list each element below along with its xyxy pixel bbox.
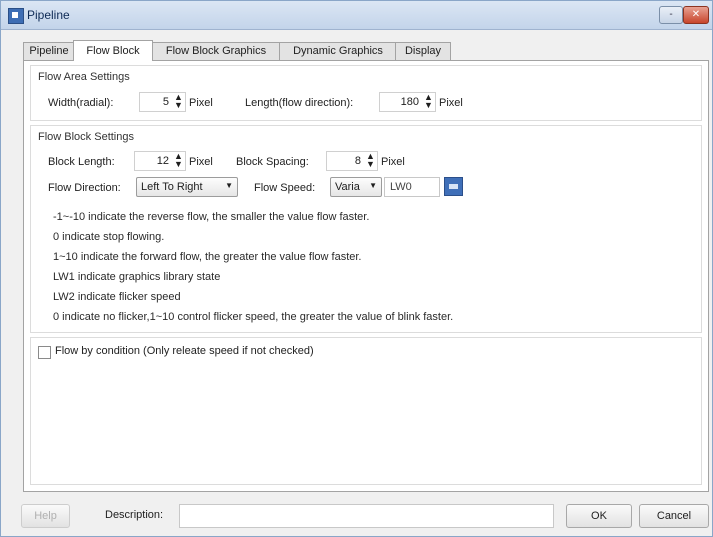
spin-arrows-icon[interactable]: ▲ ▼: [424, 93, 433, 110]
length-unit: Pixel: [439, 97, 463, 109]
window-title: Pipeline: [27, 8, 70, 22]
close-button[interactable]: ✕: [683, 6, 709, 24]
length-value: 180: [400, 96, 419, 108]
note-reverse-flow: -1~-10 indicate the reverse flow, the sm…: [53, 211, 370, 223]
minimize-button[interactable]: -: [659, 6, 683, 24]
block-length-value: 12: [156, 155, 169, 167]
pipeline-dialog: Pipeline - ✕ Pipeline Flow Block Flow Bl…: [0, 0, 713, 537]
length-label: Length(flow direction):: [245, 97, 354, 109]
flow-speed-value: Varia: [335, 181, 360, 193]
cancel-button[interactable]: Cancel: [639, 504, 709, 528]
block-spacing-label: Block Spacing:: [236, 156, 309, 168]
flow-area-title: Flow Area Settings: [38, 71, 130, 83]
tab-pipeline[interactable]: Pipeline: [23, 42, 75, 60]
block-spacing-value: 8: [354, 155, 361, 167]
flow-area-group: [30, 65, 702, 121]
flow-direction-select[interactable]: Left To Right ▼: [136, 177, 238, 197]
speed-address-input[interactable]: LW0: [384, 177, 440, 197]
flow-speed-select[interactable]: Varia ▼: [330, 177, 382, 197]
condition-group: [30, 337, 702, 485]
spin-arrows-icon[interactable]: ▲ ▼: [366, 152, 375, 169]
chevron-down-icon: ▼: [369, 181, 377, 190]
flow-direction-value: Left To Right: [141, 181, 203, 193]
width-unit: Pixel: [189, 97, 213, 109]
note-forward-flow: 1~10 indicate the forward flow, the grea…: [53, 251, 362, 263]
tab-dynamic-graphics[interactable]: Dynamic Graphics: [279, 42, 397, 60]
address-picker-icon[interactable]: [444, 177, 463, 196]
length-spinbox[interactable]: 180 ▲ ▼: [379, 92, 436, 112]
spin-arrows-icon[interactable]: ▲ ▼: [174, 93, 183, 110]
flow-block-title: Flow Block Settings: [38, 131, 134, 143]
tab-display[interactable]: Display: [395, 42, 451, 60]
flow-block-panel: Flow Area Settings Width(radial): 5 ▲ ▼ P…: [23, 60, 709, 492]
note-stop-flowing: 0 indicate stop flowing.: [53, 231, 165, 243]
spin-arrows-icon[interactable]: ▲ ▼: [174, 152, 183, 169]
flow-speed-label: Flow Speed:: [254, 182, 316, 194]
ok-button[interactable]: OK: [566, 504, 632, 528]
description-label: Description:: [105, 509, 164, 521]
title-bar: Pipeline - ✕: [1, 1, 712, 30]
tab-flow-block-graphics[interactable]: Flow Block Graphics: [151, 42, 281, 60]
note-lw2: LW2 indicate flicker speed: [53, 291, 181, 303]
note-flicker: 0 indicate no flicker,1~10 control flick…: [53, 311, 454, 323]
block-length-label: Block Length:: [48, 156, 115, 168]
width-spinbox[interactable]: 5 ▲ ▼: [139, 92, 186, 112]
description-input[interactable]: [179, 504, 554, 528]
block-spacing-unit: Pixel: [381, 156, 405, 168]
block-length-spinbox[interactable]: 12 ▲ ▼: [134, 151, 186, 171]
block-length-unit: Pixel: [189, 156, 213, 168]
flow-by-condition-label: Flow by condition (Only releate speed if…: [55, 345, 314, 357]
block-spacing-spinbox[interactable]: 8 ▲ ▼: [326, 151, 378, 171]
app-icon: [8, 8, 24, 24]
flow-by-condition-checkbox[interactable]: [38, 346, 51, 359]
help-button[interactable]: Help: [21, 504, 70, 528]
width-label: Width(radial):: [48, 97, 114, 109]
speed-address-value: LW0: [390, 181, 412, 193]
note-lw1: LW1 indicate graphics library state: [53, 271, 221, 283]
width-value: 5: [162, 96, 169, 108]
flow-direction-label: Flow Direction:: [48, 182, 121, 194]
chevron-down-icon: ▼: [225, 181, 233, 190]
tab-flow-block[interactable]: Flow Block: [73, 40, 153, 61]
